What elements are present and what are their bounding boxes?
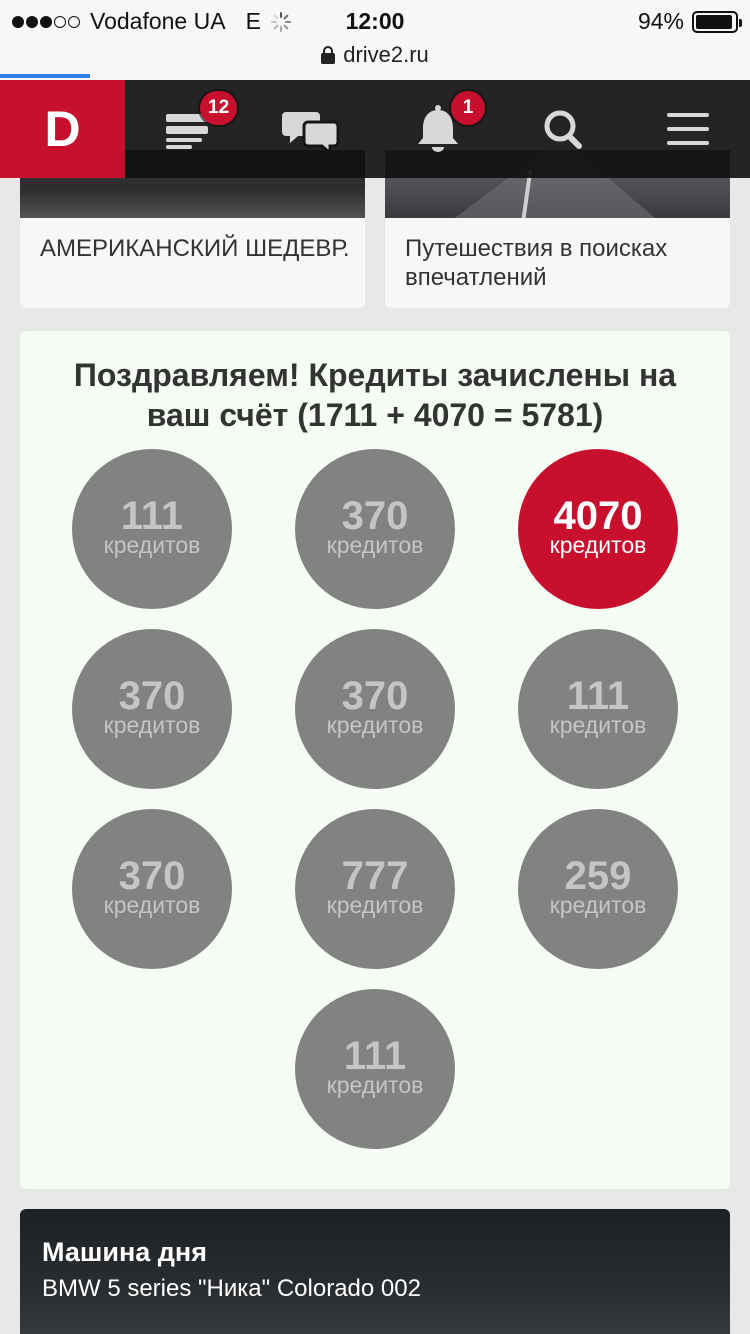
credit-coin[interactable]: 370 кредитов: [72, 809, 232, 969]
credits-panel: Поздравляем! Кредиты зачислены на ваш сч…: [20, 331, 730, 1189]
credit-coin[interactable]: 370 кредитов: [295, 629, 455, 789]
credit-unit: кредитов: [549, 532, 647, 558]
drive2-logo[interactable]: D: [0, 80, 125, 178]
battery-icon: [692, 10, 742, 33]
article-title: АМЕРИКАНСКИЙ ШЕДЕВР.: [40, 235, 350, 262]
notifications-button[interactable]: 1: [388, 80, 488, 178]
car-of-the-day-card[interactable]: Машина дня BMW 5 series "Ника" Colorado …: [20, 1209, 730, 1334]
credit-coin[interactable]: 370 кредитов: [72, 629, 232, 789]
credit-unit: кредитов: [326, 532, 424, 558]
credit-value: 370: [341, 494, 409, 538]
chat-bubbles-icon: [282, 112, 340, 157]
credit-coin[interactable]: 111 кредитов: [518, 629, 678, 789]
credit-unit: кредитов: [549, 892, 647, 918]
credit-coin[interactable]: 777 кредитов: [295, 809, 455, 969]
credit-unit: кредитов: [326, 1072, 424, 1098]
credit-coin[interactable]: 111 кредитов: [295, 989, 455, 1149]
credit-unit: кредитов: [103, 532, 201, 558]
credit-value: 370: [118, 854, 186, 898]
credit-unit: кредитов: [103, 892, 201, 918]
credit-value: 111: [343, 1034, 407, 1078]
address-bar[interactable]: drive2.ru: [0, 40, 750, 70]
credit-value: 777: [341, 854, 409, 898]
credit-value: 370: [118, 674, 186, 718]
credit-value: 4070: [553, 494, 643, 538]
article-title: Путешествия в поисках впечатлений: [405, 235, 668, 291]
credit-unit: кредитов: [549, 712, 647, 738]
credit-value: 111: [120, 494, 184, 538]
status-bar: Vodafone UA E 12:00 94% drive2.ru: [0, 0, 750, 80]
credit-value: 370: [341, 674, 409, 718]
credit-coin[interactable]: 111 кредитов: [72, 449, 232, 609]
lock-icon: [321, 46, 336, 64]
url-text: drive2.ru: [343, 42, 429, 67]
search-icon: [544, 110, 582, 149]
feed-button[interactable]: 12: [137, 80, 238, 178]
credit-unit: кредитов: [103, 712, 201, 738]
notifications-badge: 1: [451, 91, 485, 125]
top-navigation: D 12 1: [0, 80, 750, 178]
credit-unit: кредитов: [326, 892, 424, 918]
menu-button[interactable]: [638, 80, 738, 178]
credit-coin[interactable]: 370 кредитов: [295, 449, 455, 609]
car-of-the-day-name: BMW 5 series "Ника" Colorado 002: [42, 1275, 421, 1302]
car-of-the-day-title: Машина дня: [42, 1237, 207, 1267]
hamburger-menu-icon: [667, 113, 709, 145]
battery-percent: 94%: [637, 8, 684, 34]
credit-coin[interactable]: 259 кредитов: [518, 809, 678, 969]
search-button[interactable]: [513, 80, 613, 178]
page-load-progress: [0, 74, 90, 78]
credit-value: 259: [564, 854, 632, 898]
messages-button[interactable]: [262, 80, 362, 178]
credit-value: 111: [566, 674, 630, 718]
credits-title: Поздравляем! Кредиты зачислены на ваш сч…: [73, 357, 677, 433]
credit-coin[interactable]: 4070 кредитов: [518, 449, 678, 609]
feed-badge: 12: [200, 91, 238, 125]
credit-unit: кредитов: [326, 712, 424, 738]
